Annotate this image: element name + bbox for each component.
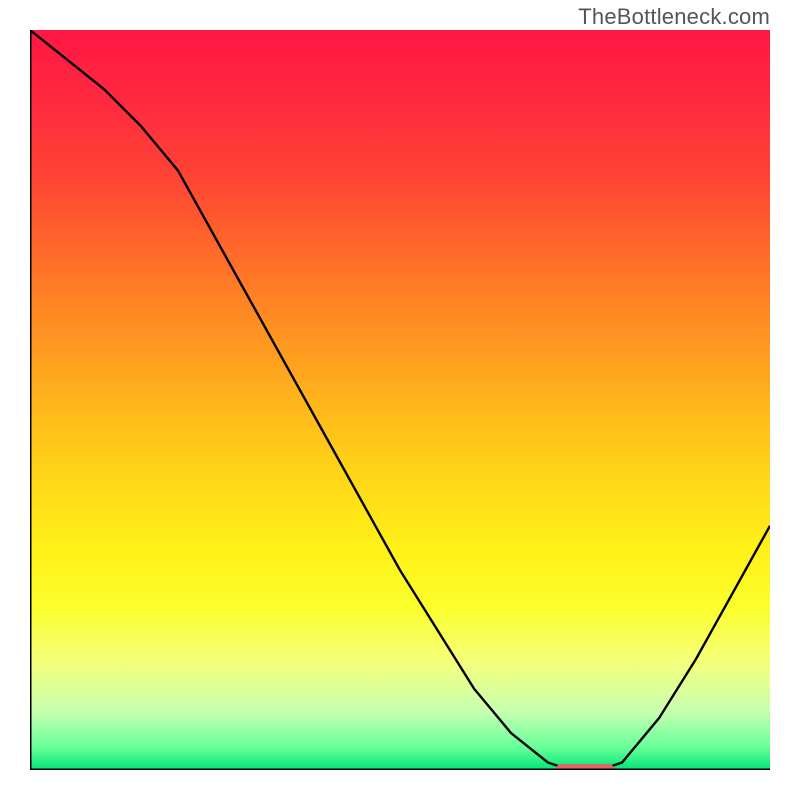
bottleneck-chart [30, 30, 770, 770]
attribution-text: TheBottleneck.com [578, 4, 770, 30]
chart-gradient-background [30, 30, 770, 770]
chart-container [30, 30, 770, 770]
